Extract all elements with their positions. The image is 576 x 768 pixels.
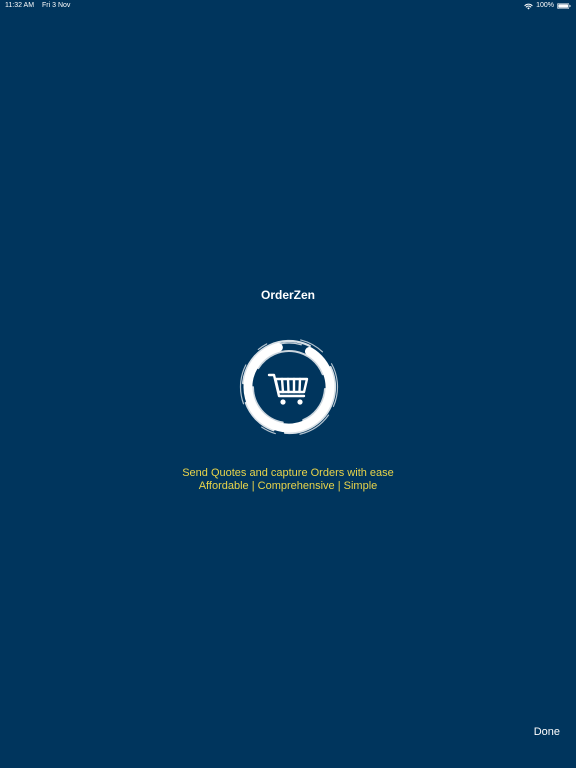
battery-icon: [557, 3, 571, 9]
wifi-icon: [524, 3, 533, 9]
tagline-line-2: Affordable | Comprehensive | Simple: [198, 480, 378, 492]
tagline-line-1: Send Quotes and capture Orders with ease: [182, 467, 394, 479]
status-time: 11:32 AM: [5, 2, 35, 9]
status-bar: 11:32 AM Fri 3 Nov 100%: [0, 0, 576, 12]
launch-screen: 11:32 AM Fri 3 Nov 100% OrderZen Send Qu…: [0, 0, 576, 768]
shopping-cart-icon: [239, 337, 339, 437]
status-right: 100%: [524, 0, 571, 12]
done-button[interactable]: Done: [534, 726, 560, 738]
app-title: OrderZen: [260, 288, 315, 302]
status-date: Fri 3 Nov: [42, 2, 71, 9]
status-left: 11:32 AM Fri 3 Nov: [5, 0, 70, 12]
battery-percentage: 100%: [536, 2, 554, 9]
